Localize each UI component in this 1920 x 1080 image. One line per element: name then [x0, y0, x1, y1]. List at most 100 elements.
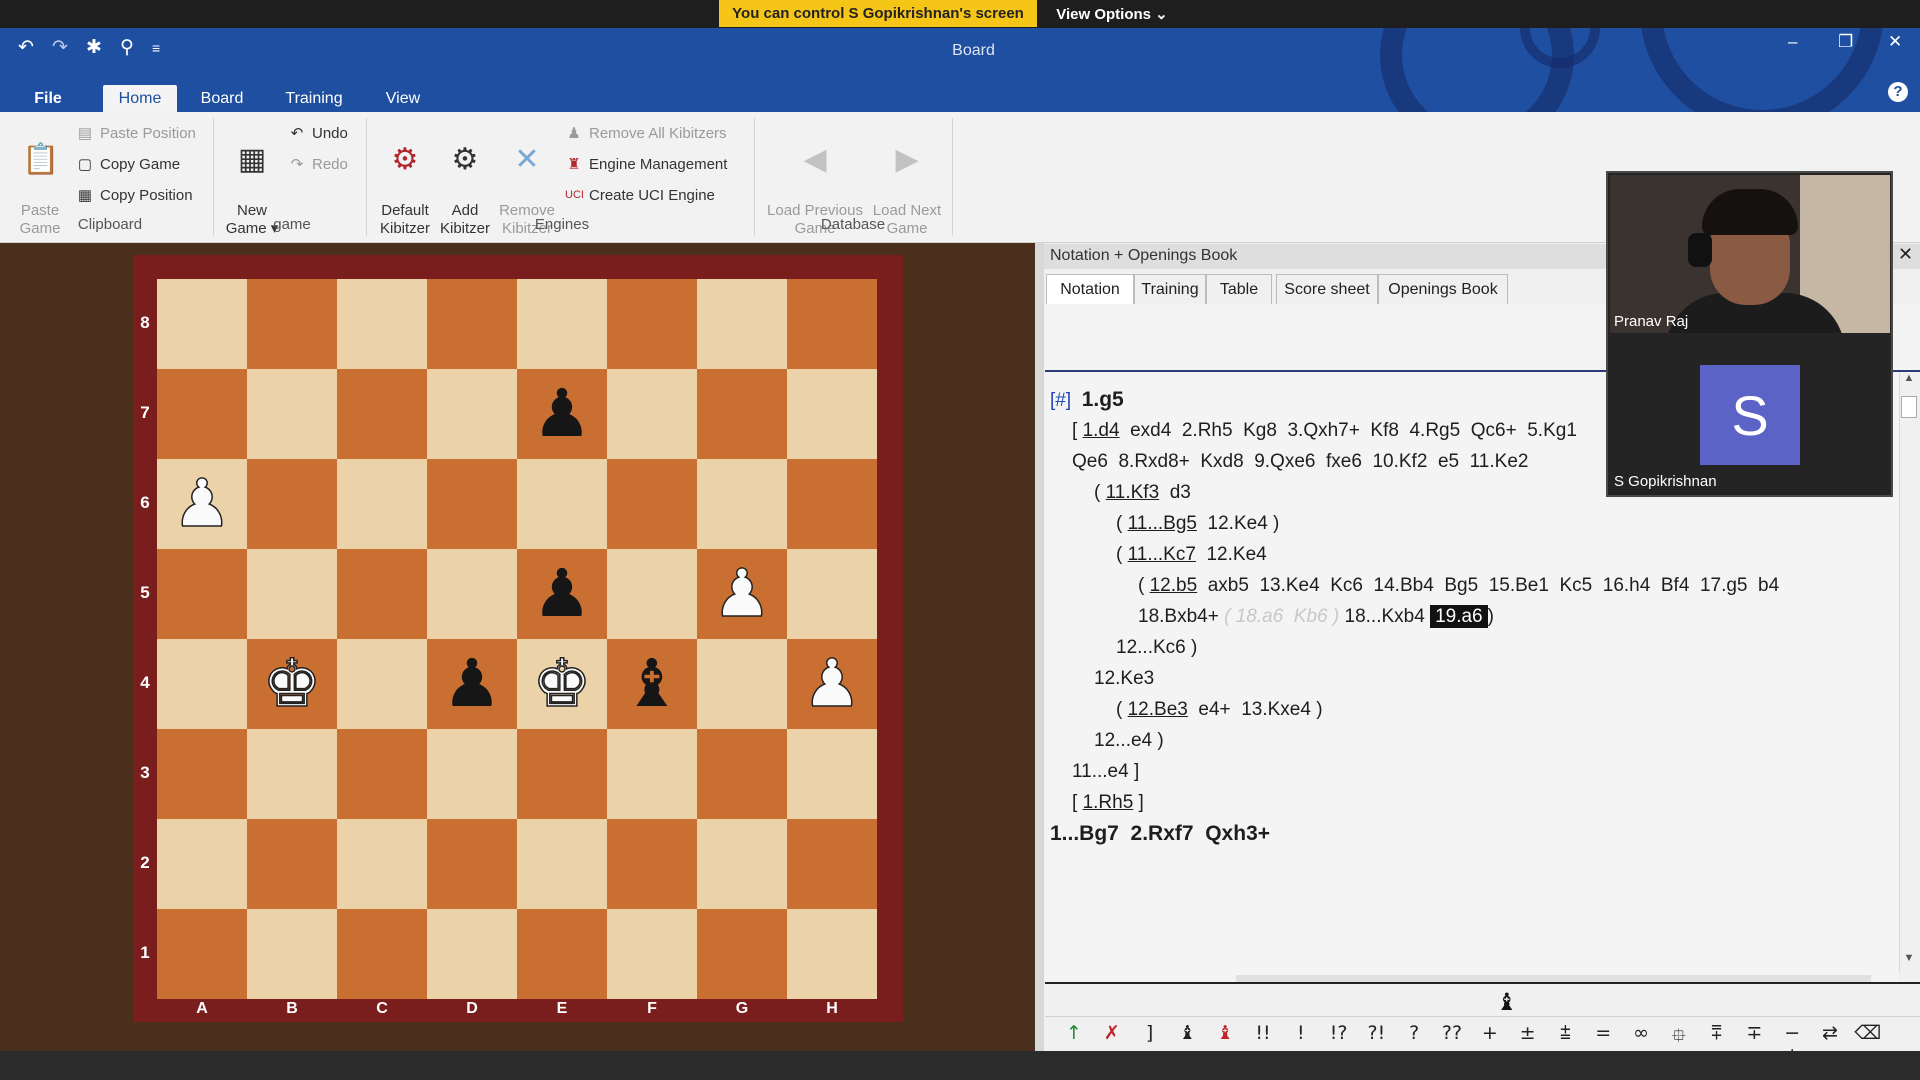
square-a2[interactable] [157, 819, 247, 909]
square-a3[interactable] [157, 729, 247, 819]
square-f7[interactable] [607, 369, 697, 459]
square-f3[interactable] [607, 729, 697, 819]
redo-quick-icon[interactable]: ↷ [52, 36, 68, 59]
tab-openings-book[interactable]: Openings Book [1378, 274, 1508, 305]
annotation-button[interactable]: ⯐ [1664, 1022, 1694, 1047]
square-h1[interactable] [787, 909, 877, 999]
status-tag[interactable]: [#] [1050, 390, 1071, 411]
annotation-button[interactable]: +− [1475, 1022, 1505, 1066]
square-h4[interactable]: ♟ [787, 639, 877, 729]
notation-line-15[interactable]: 1...Bg7 2.Rxf7 Qxh3+ [1050, 822, 1270, 846]
square-f1[interactable] [607, 909, 697, 999]
square-c7[interactable] [337, 369, 427, 459]
annotation-button[interactable]: ⌫ [1853, 1022, 1883, 1046]
copy-position-button[interactable]: ▦ Copy Position [76, 184, 193, 206]
square-a5[interactable] [157, 549, 247, 639]
white-piece-b4[interactable]: ♚ [247, 639, 337, 729]
square-e5[interactable]: ♟ [517, 549, 607, 639]
paste-position-button[interactable]: ▤ Paste Position [76, 122, 196, 144]
square-b2[interactable] [247, 819, 337, 909]
square-b8[interactable] [247, 279, 337, 369]
square-f6[interactable] [607, 459, 697, 549]
redo-button[interactable]: ↷ Redo [288, 153, 348, 175]
square-e6[interactable] [517, 459, 607, 549]
copy-game-button[interactable]: ▢ Copy Game [76, 153, 180, 175]
square-b4[interactable]: ♚ [247, 639, 337, 729]
square-h8[interactable] [787, 279, 877, 369]
square-b7[interactable] [247, 369, 337, 459]
square-d3[interactable] [427, 729, 517, 819]
square-g6[interactable] [697, 459, 787, 549]
tab-notation[interactable]: Notation [1046, 274, 1134, 305]
square-b6[interactable] [247, 459, 337, 549]
view-options-button[interactable]: View Options ⌄ [1037, 0, 1187, 27]
square-d6[interactable] [427, 459, 517, 549]
square-d8[interactable] [427, 279, 517, 369]
tab-file[interactable]: File [26, 85, 70, 112]
scroll-down-icon[interactable]: ▼ [1901, 952, 1917, 970]
annotation-button[interactable]: ? [1399, 1022, 1429, 1046]
move[interactable]: 1.d4 [1083, 420, 1120, 441]
white-piece-a6[interactable]: ♟ [157, 459, 247, 549]
annotation-button[interactable]: ✗ [1097, 1022, 1127, 1046]
square-d2[interactable] [427, 819, 517, 909]
notation-line-3[interactable]: Qe6 8.Rxd8+ Kxd8 9.Qxe6 fxe6 10.Kf2 e5 1… [1072, 451, 1528, 473]
square-e8[interactable] [517, 279, 607, 369]
panel-splitter[interactable] [1035, 243, 1044, 1051]
square-d7[interactable] [427, 369, 517, 459]
move[interactable]: 1.Rh5 [1083, 792, 1134, 813]
square-e3[interactable] [517, 729, 607, 819]
square-b3[interactable] [247, 729, 337, 819]
square-a7[interactable] [157, 369, 247, 459]
faded-variation[interactable]: ( 18.a6 Kb6 ) [1224, 606, 1339, 627]
undo-button[interactable]: ↶ Undo [288, 122, 348, 144]
pin-icon[interactable]: ⚲ [120, 36, 134, 59]
annotation-button[interactable]: = [1588, 1022, 1618, 1046]
current-move-highlight[interactable]: 19.a6 [1430, 605, 1488, 628]
paste-game-button[interactable]: 📋 Paste Game [14, 122, 66, 238]
moves[interactable]: 18.Bxb4+ [1138, 606, 1224, 627]
square-c4[interactable] [337, 639, 427, 729]
square-b1[interactable] [247, 909, 337, 999]
add-kibitzer-button[interactable]: ⚙ Add Kibitzer [436, 122, 494, 238]
white-piece-e4[interactable]: ♚ [517, 639, 607, 729]
annotation-button[interactable]: ⩲ [1550, 1022, 1580, 1046]
move[interactable]: 11...Bg5 [1128, 513, 1197, 534]
notation-line-9[interactable]: 12...Kc6 ) [1116, 637, 1197, 659]
annotation-button[interactable]: ♝ [1172, 1022, 1202, 1046]
notation-line-13[interactable]: 11...e4 ] [1072, 761, 1139, 783]
close-panel-icon[interactable]: ✕ [1898, 244, 1913, 265]
square-h2[interactable] [787, 819, 877, 909]
square-e2[interactable] [517, 819, 607, 909]
notation-line-12[interactable]: 12...e4 ) [1094, 730, 1164, 752]
tab-training-panel[interactable]: Training [1134, 274, 1206, 305]
annotation-button[interactable]: !! [1248, 1022, 1278, 1046]
moves[interactable]: exd4 2.Rh5 Kg8 3.Qxh7+ Kf8 4.Rg5 Qc6+ 5.… [1125, 420, 1577, 441]
square-h7[interactable] [787, 369, 877, 459]
scroll-thumb[interactable] [1901, 396, 1917, 418]
annotation-button[interactable]: −+ [1777, 1022, 1807, 1066]
moves[interactable]: e4+ 13.Kxe4 ) [1193, 699, 1322, 720]
square-a6[interactable]: ♟ [157, 459, 247, 549]
square-g2[interactable] [697, 819, 787, 909]
square-d1[interactable] [427, 909, 517, 999]
moves[interactable]: axb5 13.Ke4 Kc6 14.Bb4 Bg5 15.Be1 Kc5 16… [1202, 575, 1779, 596]
annotation-button[interactable]: ?? [1437, 1022, 1467, 1046]
annotation-button[interactable]: ⩱ [1702, 1022, 1732, 1046]
black-piece-e5[interactable]: ♟ [517, 549, 607, 639]
tab-board[interactable]: Board [192, 85, 252, 112]
move[interactable]: 1.g5 [1082, 388, 1124, 411]
square-c1[interactable] [337, 909, 427, 999]
square-d4[interactable]: ♟ [427, 639, 517, 729]
square-h6[interactable] [787, 459, 877, 549]
square-a4[interactable] [157, 639, 247, 729]
square-c8[interactable] [337, 279, 427, 369]
tab-home[interactable]: Home [103, 85, 177, 112]
square-f8[interactable] [607, 279, 697, 369]
square-d5[interactable] [427, 549, 517, 639]
black-piece-d4[interactable]: ♟ [427, 639, 517, 729]
tab-training[interactable]: Training [275, 85, 353, 112]
square-c2[interactable] [337, 819, 427, 909]
square-c3[interactable] [337, 729, 427, 819]
annotation-button[interactable]: ⇄ [1815, 1022, 1845, 1046]
